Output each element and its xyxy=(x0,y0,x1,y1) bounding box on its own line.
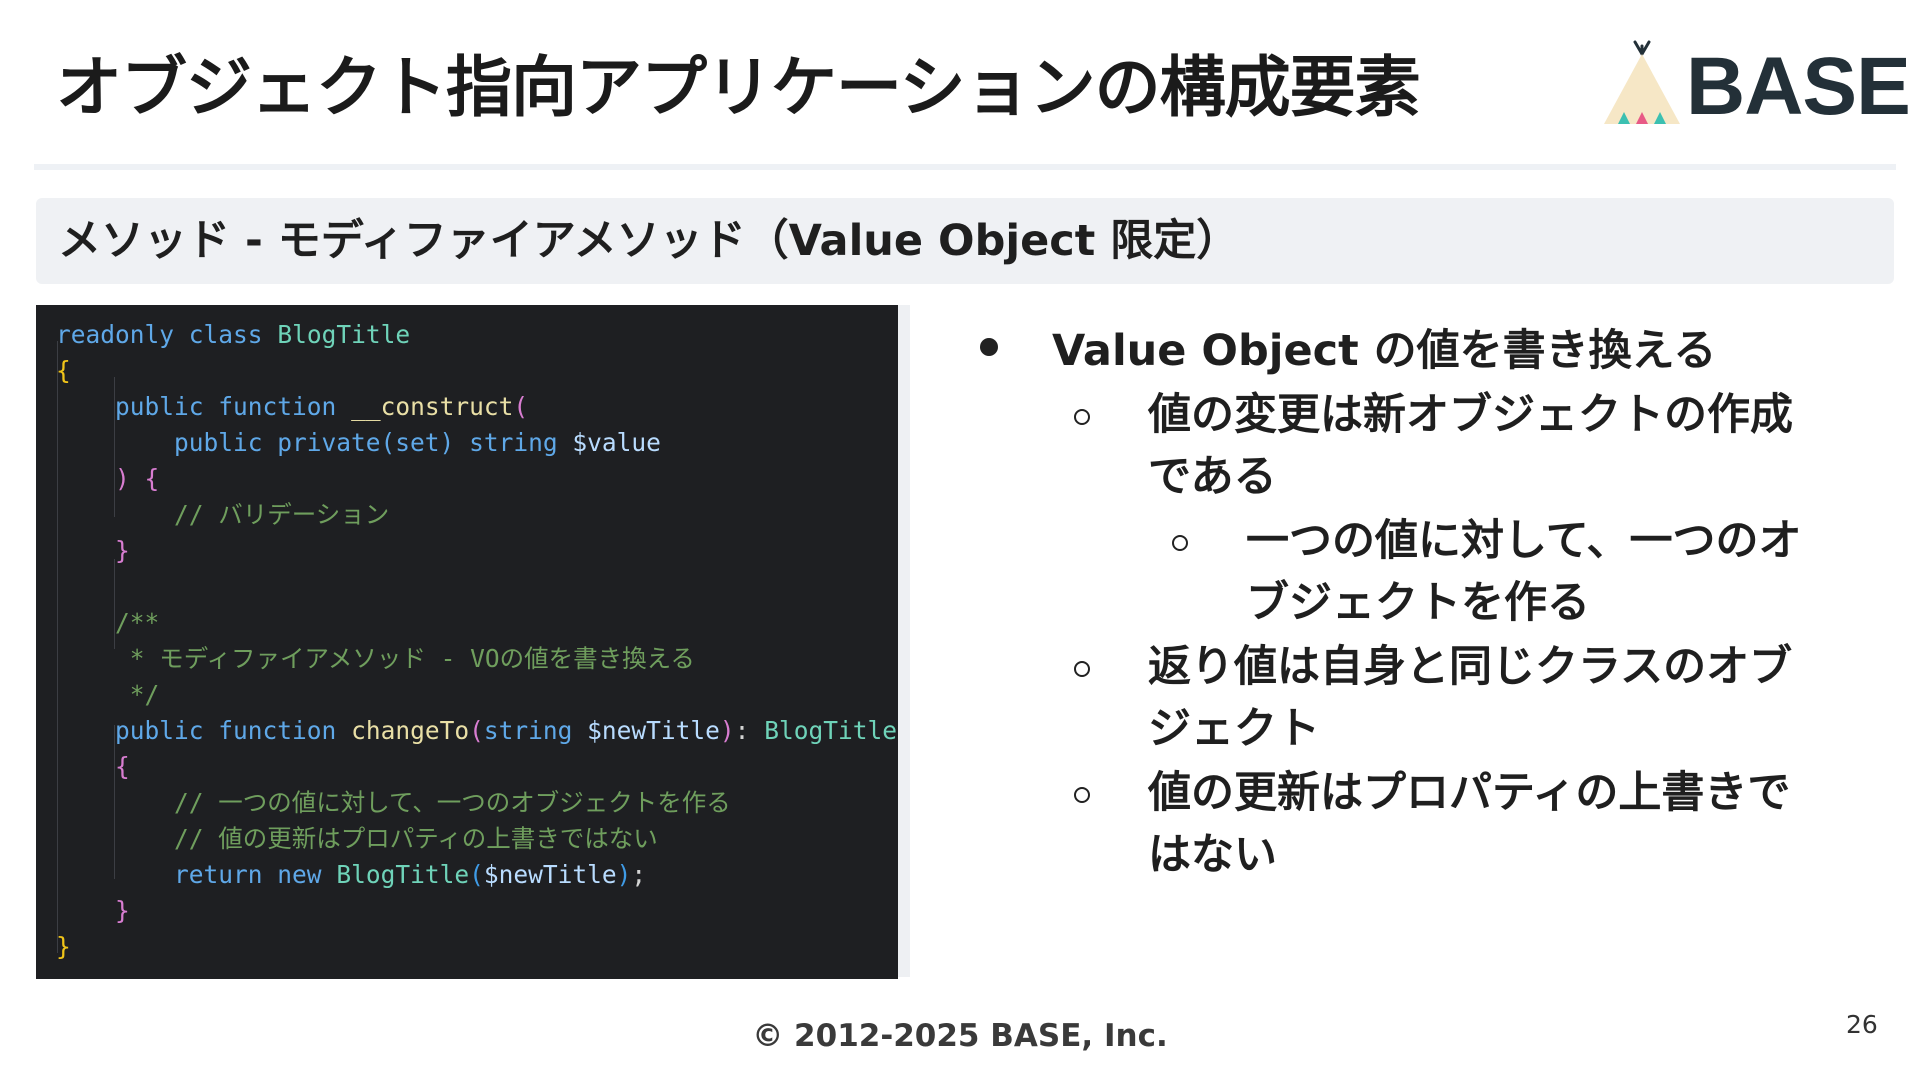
sub-bullet-1-line-2: である xyxy=(1148,452,1277,502)
code-comment: * モディファイアメソッド - VOの値を書き換える xyxy=(115,644,695,673)
sub-bullet-2-line-1: 返り値は自身と同じクラスのオブ xyxy=(1148,642,1793,692)
code-panel-shadow xyxy=(898,305,910,977)
code-line-1: readonly class BlogTitle xyxy=(56,317,410,353)
code-token: ; xyxy=(631,860,647,889)
bullet-dot-icon xyxy=(980,338,998,356)
code-token: { xyxy=(144,464,160,493)
code-token: BlogTitle xyxy=(764,716,897,745)
code-token: public xyxy=(115,392,204,421)
code-token: ( xyxy=(469,716,484,745)
code-line-7: } xyxy=(56,533,130,569)
code-token: changeTo xyxy=(351,716,470,745)
code-token: private(set) xyxy=(277,428,455,457)
sub-bullet-2-line-2: ジェクト xyxy=(1148,704,1320,754)
code-token: return xyxy=(174,860,263,889)
code-comment: // 一つの値に対して、一つのオブジェクトを作る xyxy=(174,788,731,817)
code-line-16: return new BlogTitle($newTitle); xyxy=(56,857,646,893)
code-token: ) xyxy=(719,716,735,745)
code-token: $newTitle xyxy=(587,716,720,745)
code-panel: readonly class BlogTitle { public functi… xyxy=(36,305,898,979)
slide-title: オブジェクト指向アプリケーションの構成要素 xyxy=(56,49,1421,126)
code-token: public xyxy=(174,428,263,457)
section-heading: メソッド - モディファイアメソッド（Value Object 限定） xyxy=(58,216,1240,266)
code-token: function xyxy=(218,716,337,745)
code-token: __construct xyxy=(351,392,514,421)
code-comment: /** xyxy=(115,608,160,637)
code-line-6: // バリデーション xyxy=(56,497,389,533)
code-line-3: public function __construct( xyxy=(56,389,528,425)
code-token: } xyxy=(56,932,71,961)
base-logo: BASE xyxy=(1602,40,1911,132)
sub-bullet-3-line-2: はない xyxy=(1148,830,1277,880)
code-comment: */ xyxy=(115,680,160,709)
sub-bullet-1-line-1: 値の変更は新オブジェクトの作成 xyxy=(1148,390,1793,440)
code-token: BlogTitle xyxy=(277,320,411,349)
sub-sub-bullet-1-line-2: ブジェクトを作る xyxy=(1246,578,1590,628)
code-token: : xyxy=(734,716,750,745)
logo-wordmark: BASE xyxy=(1686,41,1911,132)
code-token: } xyxy=(115,536,130,565)
bullet-circle-icon xyxy=(1074,409,1090,425)
code-token: string xyxy=(483,716,573,745)
code-line-11: */ xyxy=(56,677,160,713)
code-token: ( xyxy=(469,860,484,889)
code-token: BlogTitle xyxy=(336,860,470,889)
bullet-circle-icon xyxy=(1172,535,1188,551)
code-token: function xyxy=(218,392,337,421)
code-token: string xyxy=(469,428,558,457)
code-token: } xyxy=(115,896,130,925)
code-line-9: /** xyxy=(56,605,159,641)
code-line-5: ) { xyxy=(56,461,159,497)
code-line-13: { xyxy=(56,749,130,785)
copyright-footer: © 2012-2025 BASE, Inc. xyxy=(752,1018,1168,1054)
code-line-10: * モディファイアメソッド - VOの値を書き換える xyxy=(56,641,695,677)
page-number: 26 xyxy=(1846,1010,1878,1039)
code-token: ) xyxy=(115,464,130,493)
sub-bullet-3-line-1: 値の更新はプロパティの上書きで xyxy=(1148,768,1791,818)
title-divider xyxy=(34,164,1896,170)
bullet-circle-icon xyxy=(1074,661,1090,677)
code-token: ) xyxy=(616,860,632,889)
code-line-15: // 値の更新はプロパティの上書きではない xyxy=(56,821,658,857)
code-comment: // バリデーション xyxy=(174,500,390,529)
code-comment: // 値の更新はプロパティの上書きではない xyxy=(174,824,658,853)
sub-sub-bullet-1-line-1: 一つの値に対して、一つのオ xyxy=(1246,516,1802,566)
code-line-14: // 一つの値に対して、一つのオブジェクトを作る xyxy=(56,785,731,821)
code-token: $newTitle xyxy=(483,860,617,889)
code-token: ( xyxy=(513,392,529,421)
code-token: new xyxy=(277,860,322,889)
section-heading-bar: メソッド - モディファイアメソッド（Value Object 限定） xyxy=(36,198,1894,284)
code-token: { xyxy=(56,356,71,385)
code-token: readonly xyxy=(56,320,175,349)
code-line-4: public private(set) string $value xyxy=(56,425,661,461)
code-token: $value xyxy=(572,428,661,457)
bullet-circle-icon xyxy=(1074,787,1090,803)
code-line-17: } xyxy=(56,893,130,929)
code-line-18: } xyxy=(56,929,71,965)
bullet-main: Value Object の値を書き換える xyxy=(1052,326,1717,376)
code-line-2: { xyxy=(56,353,71,389)
teepee-icon xyxy=(1604,40,1680,124)
code-line-12: public function changeTo(string $newTitl… xyxy=(56,713,897,749)
code-token: public xyxy=(115,716,204,745)
code-token: class xyxy=(188,320,263,349)
code-token: { xyxy=(115,752,130,781)
